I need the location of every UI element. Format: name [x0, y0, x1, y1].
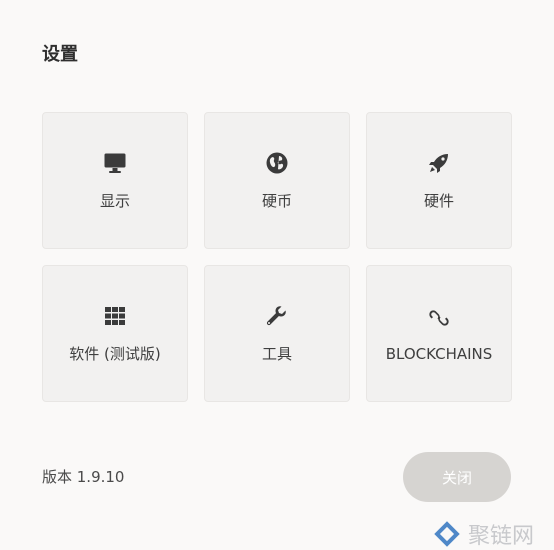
- tile-label: BLOCKCHAINS: [385, 344, 493, 363]
- dialog-title: 设置: [42, 44, 78, 65]
- tile-coins[interactable]: 硬币: [204, 112, 350, 249]
- tile-label: 硬件: [423, 192, 454, 210]
- tile-label: 工具: [261, 345, 292, 363]
- tile-tools[interactable]: 工具: [204, 265, 350, 402]
- monitor-icon: [102, 150, 128, 176]
- tile-label: 软件 (测试版): [69, 345, 161, 363]
- watermark-logo: 聚链网: [432, 518, 534, 550]
- globe-icon: [264, 150, 290, 176]
- version-text: 版本 1.9.10: [42, 468, 125, 486]
- link-icon: [426, 305, 452, 331]
- tile-software-beta[interactable]: 软件 (测试版): [42, 265, 188, 402]
- wrench-icon: [264, 303, 290, 329]
- tile-hardware[interactable]: 硬件: [366, 112, 512, 249]
- watermark-text: 聚链网: [468, 524, 535, 549]
- close-button[interactable]: 关闭: [403, 452, 511, 502]
- grid-icon: [102, 303, 128, 329]
- tile-blockchains[interactable]: BLOCKCHAINS: [366, 265, 512, 402]
- settings-grid: 显示 硬币 硬件 软件 (测试版) 工具 BLOCKCHAINS: [42, 112, 512, 402]
- diamond-logo-icon: [434, 521, 460, 547]
- tile-label: 硬币: [261, 192, 292, 210]
- tile-label: 显示: [99, 192, 130, 210]
- tile-display[interactable]: 显示: [42, 112, 188, 249]
- rocket-icon: [426, 150, 452, 176]
